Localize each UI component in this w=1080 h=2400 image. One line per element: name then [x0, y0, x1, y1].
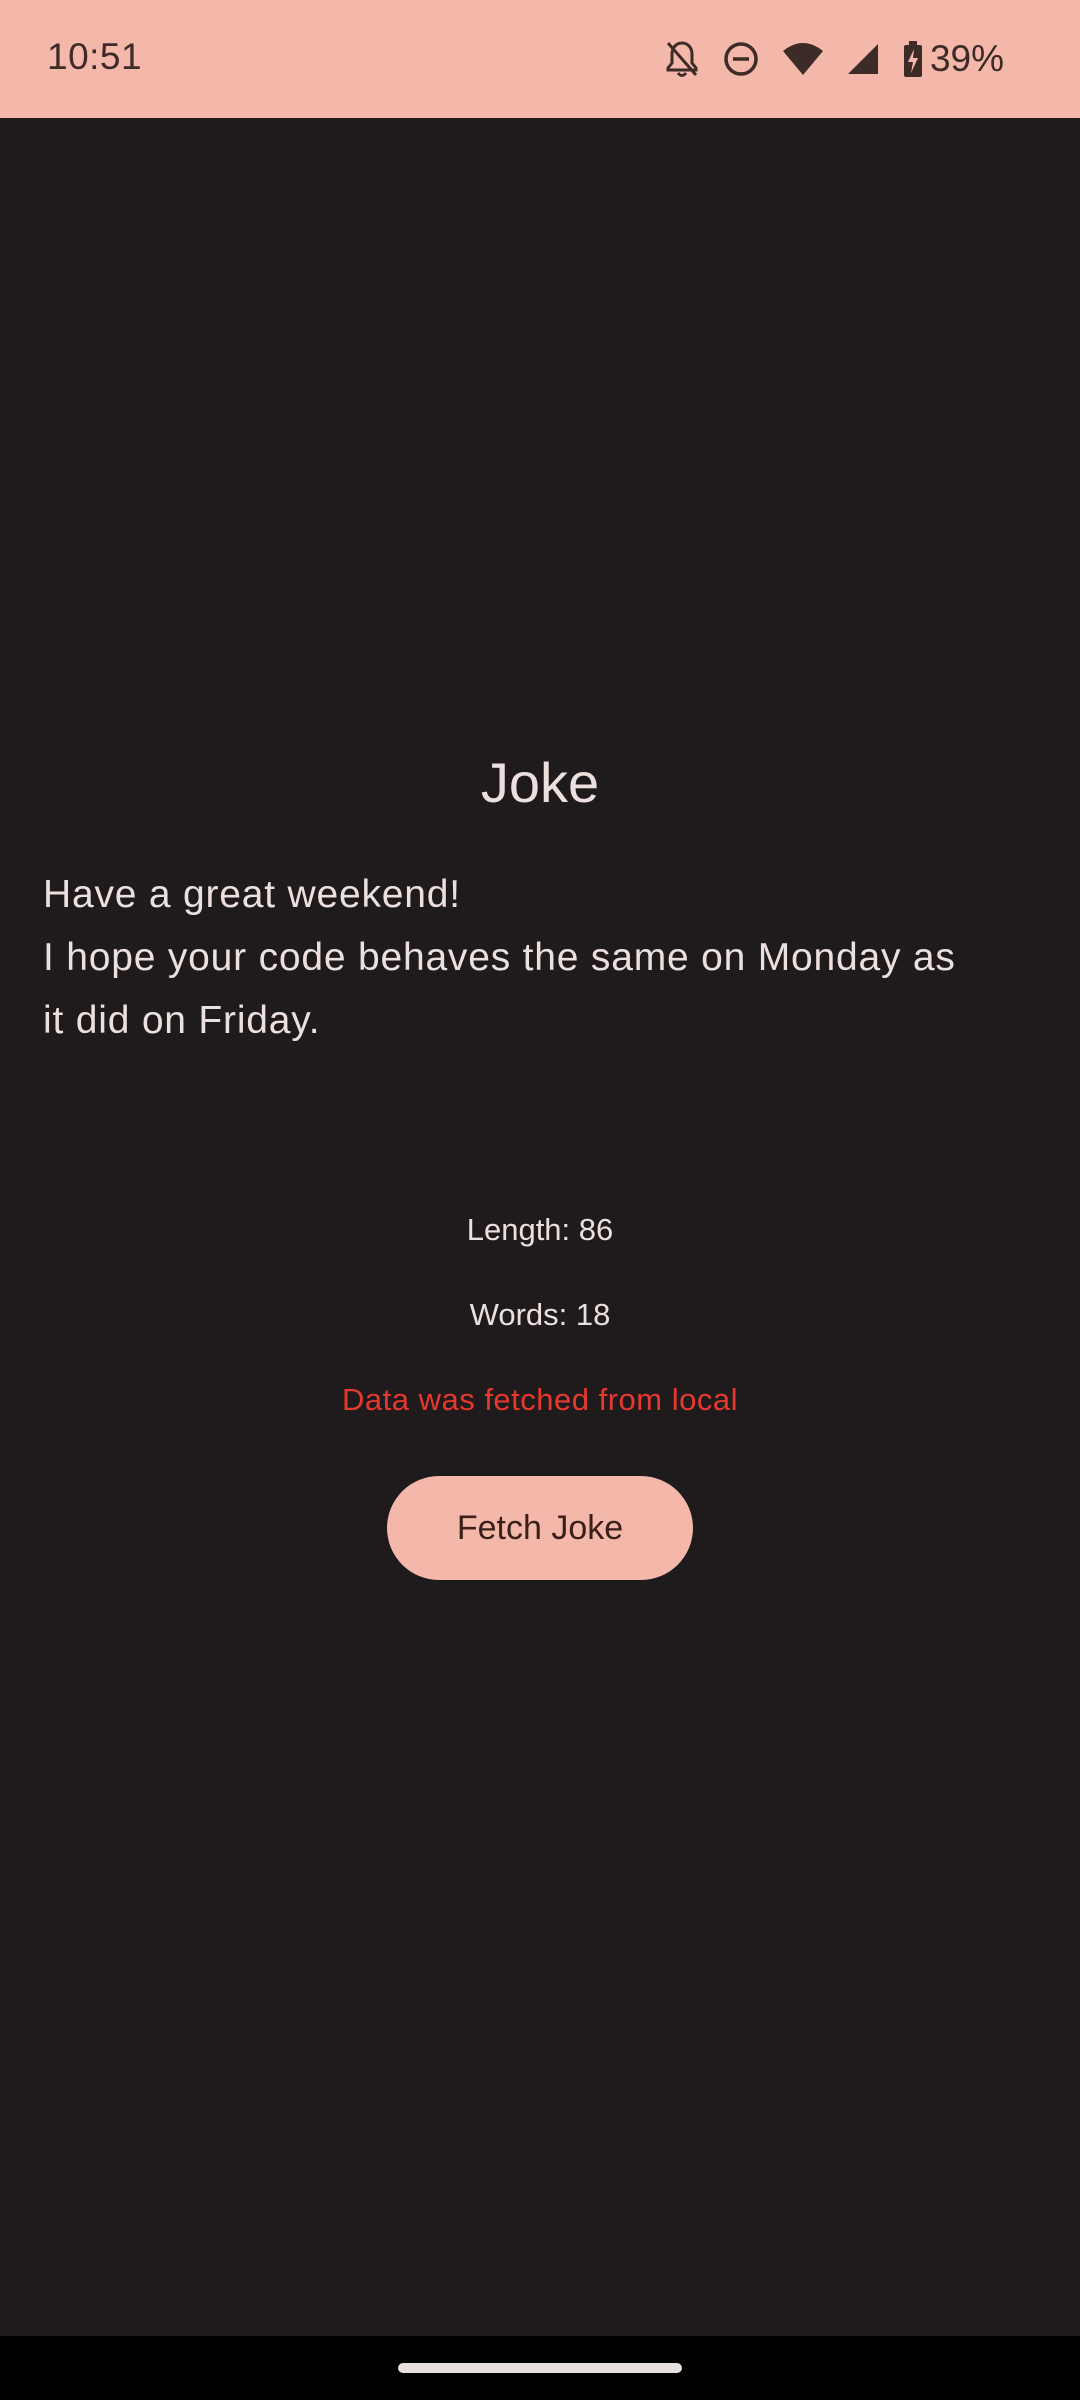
battery-group: 39%: [902, 38, 1004, 80]
screen: 10:51 39% Joke Have a great weekend! I h…: [0, 0, 1080, 2400]
joke-line: Have a great weekend!: [43, 873, 461, 916]
length-stat: Length: 86: [466, 1212, 614, 1247]
data-source-label: Data was fetched from local: [341, 1382, 738, 1417]
battery-percent: 39%: [929, 38, 1004, 79]
battery-charging-icon: [902, 40, 924, 78]
page-title: Joke: [480, 751, 600, 814]
notifications-off-icon: [664, 39, 700, 79]
wifi-icon: [782, 41, 824, 77]
status-icons: 39%: [664, 36, 1004, 82]
joke-line: it did on Friday.: [43, 999, 321, 1042]
gesture-handle[interactable]: [398, 2363, 682, 2373]
words-stat: Words: 18: [469, 1297, 611, 1332]
status-time: 10:51: [47, 36, 143, 77]
joke-line: I hope your code behaves the same on Mon…: [43, 936, 956, 979]
do-not-disturb-icon: [722, 40, 760, 78]
fetch-joke-button[interactable]: Fetch Joke: [387, 1476, 693, 1580]
joke-text: Have a great weekend! I hope your code b…: [43, 863, 1043, 1052]
cell-signal-icon: [846, 42, 880, 76]
status-bar: 10:51 39%: [0, 0, 1080, 118]
